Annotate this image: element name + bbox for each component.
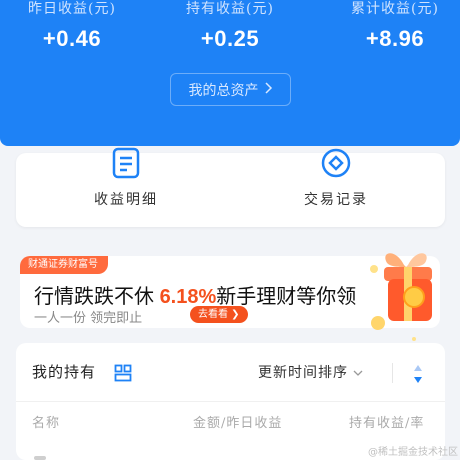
column-header-name: 名称 bbox=[32, 416, 61, 431]
stat-yesterday-value: +0.46 bbox=[42, 26, 102, 51]
gift-box-icon bbox=[370, 253, 432, 341]
toolbar-separator bbox=[392, 363, 393, 383]
watermark: @稀土掘金技术社区 bbox=[368, 447, 458, 458]
earnings-detail-label: 收益明细 bbox=[94, 192, 158, 208]
column-header-amount: 金额/昨日收益 bbox=[193, 416, 283, 431]
total-assets-button[interactable]: 我的总资产 bbox=[170, 73, 291, 106]
banner-go-button[interactable]: 去看看 ❯ bbox=[190, 306, 248, 323]
banner-title-pct: 6.18% bbox=[159, 286, 217, 308]
banner-title: 行情跌跌不休 6.18%新手理财等你领 bbox=[34, 280, 356, 309]
banner-title-post: 新手理财等你领 bbox=[216, 286, 357, 308]
stat-holding-value: +0.25 bbox=[200, 26, 260, 51]
banner-tag: 财通证券财富号 bbox=[20, 256, 108, 274]
trade-records-button[interactable]: 交易记录 bbox=[271, 148, 401, 227]
total-assets-label: 我的总资产 bbox=[188, 82, 259, 99]
holdings-title: 我的持有 bbox=[32, 363, 97, 381]
stat-cumulative-label: 累计收益(元) bbox=[351, 1, 439, 17]
stat-yesterday: 昨日收益(元) +0.46 bbox=[7, 0, 137, 52]
stat-cumulative: 累计收益(元) +8.96 bbox=[330, 0, 460, 52]
stat-holding-label: 持有收益(元) bbox=[186, 1, 274, 17]
quick-actions-card: 收益明细 交易记录 bbox=[16, 147, 445, 227]
sort-order-icon[interactable] bbox=[412, 363, 424, 385]
holdings-divider bbox=[16, 401, 445, 402]
sort-label: 更新时间排序 bbox=[258, 365, 348, 381]
earnings-header: 昨日收益(元) +0.46 持有收益(元) +0.25 累计收益(元) +8.9… bbox=[0, 0, 460, 146]
sort-dropdown[interactable]: 更新时间排序 bbox=[258, 362, 363, 382]
stat-cumulative-value: +8.96 bbox=[365, 26, 425, 51]
earnings-detail-button[interactable]: 收益明细 bbox=[61, 147, 191, 227]
stat-yesterday-label: 昨日收益(元) bbox=[28, 1, 116, 17]
trade-records-label: 交易记录 bbox=[304, 192, 368, 208]
document-icon bbox=[112, 147, 140, 179]
list-item-peek bbox=[34, 456, 46, 460]
chevron-down-icon bbox=[353, 366, 363, 380]
column-header-holding-return: 持有收益/率 bbox=[349, 416, 425, 431]
banner-title-pre: 行情跌跌不休 bbox=[34, 286, 160, 308]
diamond-circle-icon bbox=[321, 148, 351, 178]
stat-holding: 持有收益(元) +0.25 bbox=[165, 0, 295, 52]
banner-subtitle: 一人一份 领完即止 bbox=[34, 311, 143, 326]
grid-view-icon[interactable] bbox=[114, 364, 132, 382]
chevron-right-icon bbox=[264, 81, 273, 98]
